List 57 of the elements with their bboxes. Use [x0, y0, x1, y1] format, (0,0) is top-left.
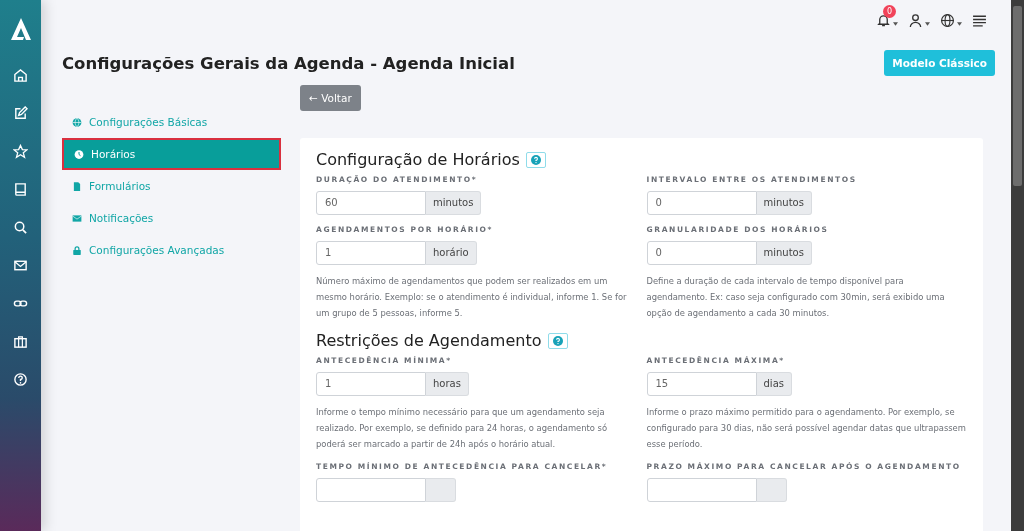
- question-icon: [552, 335, 563, 346]
- star-icon[interactable]: [13, 144, 28, 159]
- scrollbar-thumb[interactable]: [1013, 6, 1022, 186]
- search-icon[interactable]: [13, 220, 28, 235]
- user-icon[interactable]: [908, 12, 923, 28]
- globe-icon: [72, 116, 82, 128]
- envelope-icon: [72, 212, 82, 224]
- input-field[interactable]: 0: [646, 241, 757, 265]
- settings-nav-item[interactable]: Configurações Básicas: [62, 106, 281, 138]
- briefcase-icon[interactable]: [13, 334, 28, 349]
- classic-model-button[interactable]: Modelo Clássico: [884, 50, 995, 76]
- unit-addon: [426, 478, 456, 502]
- settings-nav-item[interactable]: Horários: [62, 138, 281, 170]
- document-icon: [72, 180, 82, 192]
- edit-icon[interactable]: [13, 106, 28, 121]
- help-text: Informe o prazo máximo permitido para o agendamento. Por exemplo, se configurado para 30 dias, não será possível agendar datas que ultrapassem esse período.: [646, 406, 967, 451]
- unit-addon: minutos: [756, 241, 812, 265]
- input-field[interactable]: 60: [316, 191, 426, 215]
- input-field[interactable]: [646, 478, 757, 502]
- unit-addon: dias: [756, 372, 792, 396]
- caret-icon[interactable]: [893, 21, 898, 26]
- settings-nav-item[interactable]: Notificações: [62, 202, 281, 234]
- section-title: Restrições de Agendamento: [316, 331, 542, 350]
- question-icon: [530, 154, 541, 165]
- page-title: Configurações Gerais da Agenda - Agenda Inicial: [62, 53, 515, 73]
- unit-addon: horas: [426, 372, 469, 396]
- mail-icon[interactable]: [13, 258, 28, 273]
- globe-icon[interactable]: [940, 12, 955, 28]
- clock-icon: [74, 148, 84, 160]
- help-button[interactable]: [547, 332, 568, 349]
- settings-nav-item[interactable]: Formulários: [62, 170, 281, 202]
- bell-icon[interactable]: [876, 12, 891, 28]
- lock-icon: [72, 244, 82, 256]
- unit-addon: horário: [426, 241, 477, 265]
- help-icon[interactable]: [13, 372, 28, 387]
- caret-icon[interactable]: [957, 21, 962, 26]
- help-text: Define a duração de cada intervalo de tempo disponível para agendamento. Ex: caso seja configurado com 30min, será exibido uma opção de agendamento a cada 30 minutos.: [646, 275, 946, 320]
- input-field[interactable]: 1: [316, 241, 426, 265]
- settings-nav-item[interactable]: Configurações Avançadas: [62, 234, 281, 266]
- unit-addon: minutos: [756, 191, 812, 215]
- unit-addon: [756, 478, 787, 502]
- back-button[interactable]: ← Voltar: [300, 85, 361, 111]
- scrollbar[interactable]: [1011, 0, 1024, 531]
- input-field[interactable]: [316, 478, 426, 502]
- book-icon[interactable]: [13, 182, 28, 197]
- input-field[interactable]: 15: [646, 372, 757, 396]
- help-text: Número máximo de agendamentos que podem ser realizados em um mesmo horário. Exemplo: se o atendimento é individual, informe 1. Se for um grupo de 5 pessoas, informe 5.: [316, 275, 628, 320]
- notification-badge: 0: [883, 4, 896, 18]
- help-text: Informe o tempo mínimo necessário para que um agendamento seja realizado. Por exemplo, se definido para 24 horas, o agendamento só poderá ser marcado a partir de 24h após o horário atual.: [316, 406, 609, 451]
- input-field[interactable]: 0: [646, 191, 757, 215]
- caret-icon[interactable]: [925, 21, 930, 26]
- section-title: Configuração de Horários: [316, 150, 520, 169]
- input-field[interactable]: 1: [316, 372, 426, 396]
- logo-icon: [10, 18, 31, 40]
- home-icon[interactable]: [13, 68, 28, 83]
- help-button[interactable]: [525, 151, 546, 168]
- unit-addon: minutos: [426, 191, 482, 215]
